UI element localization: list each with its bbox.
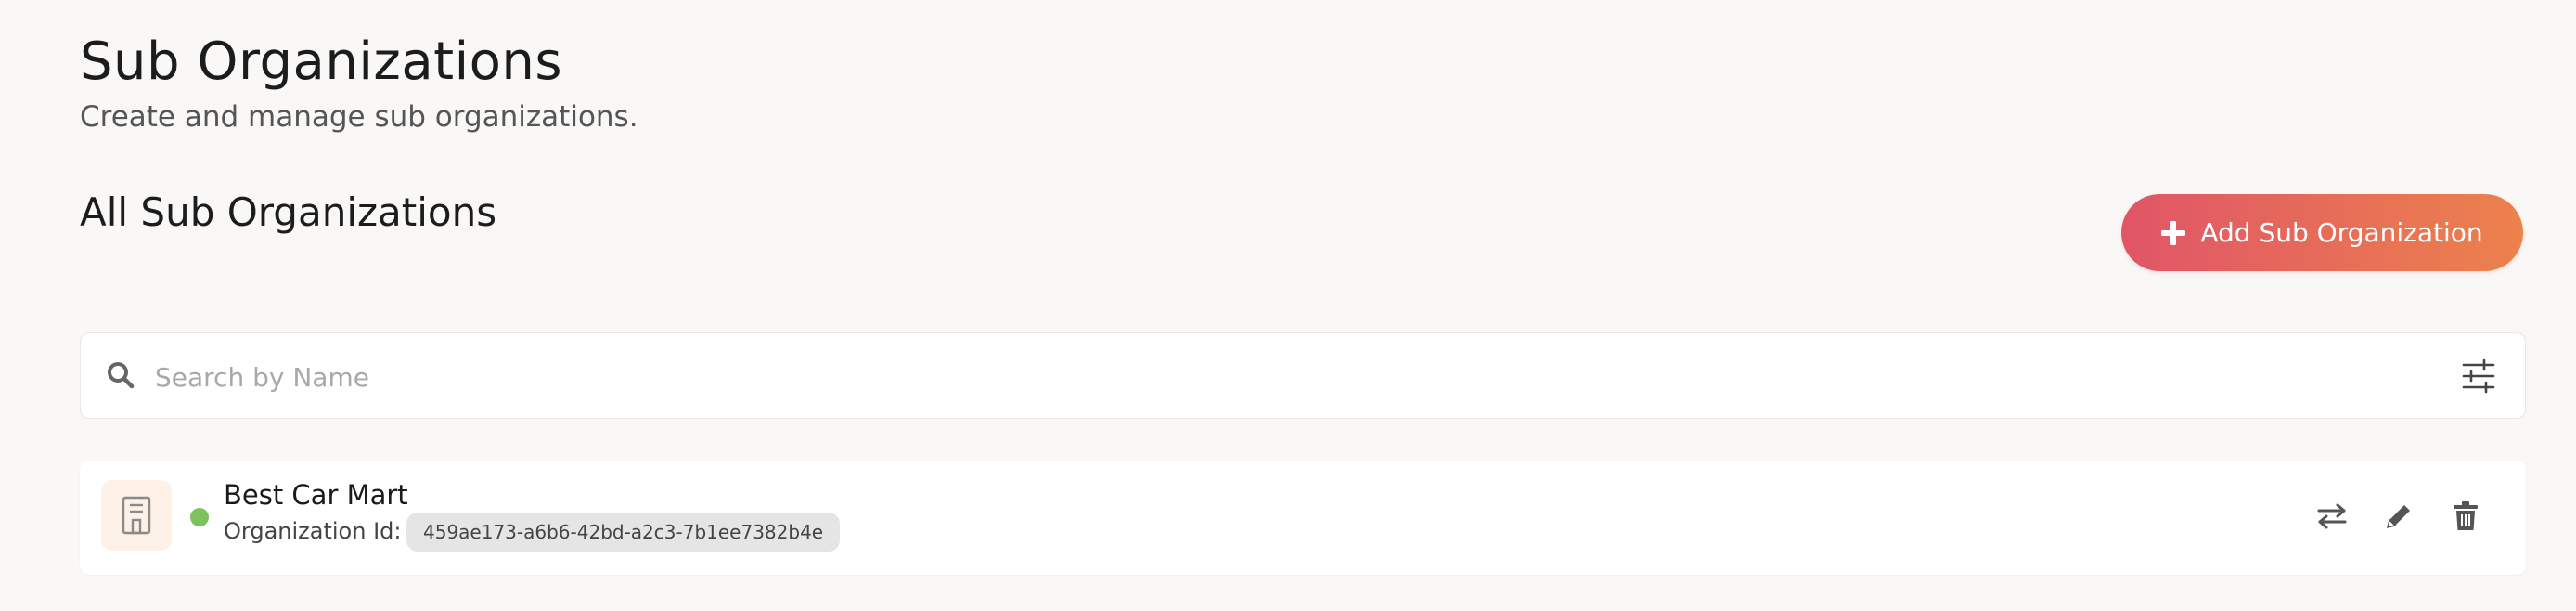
switch-icon[interactable] (2313, 498, 2351, 535)
search-bar (80, 332, 2526, 419)
plus-icon (2161, 215, 2186, 251)
section-title: All Sub Organizations (80, 189, 497, 235)
page-subtitle: Create and manage sub organizations. (80, 100, 638, 134)
add-sub-organization-button[interactable]: Add Sub Organization (2121, 194, 2523, 271)
search-input[interactable] (153, 354, 2384, 400)
organization-row[interactable]: Best Car Mart Organization Id: 459ae173-… (80, 461, 2526, 575)
add-sub-organization-label: Add Sub Organization (2200, 217, 2483, 248)
status-indicator (190, 508, 209, 526)
organization-id-label: Organization Id: (224, 518, 402, 544)
page-title: Sub Organizations (80, 32, 563, 92)
organization-name: Best Car Mart (224, 479, 408, 511)
organization-id-chip[interactable]: 459ae173-a6b6-42bd-a2c3-7b1ee7382b4e (406, 513, 841, 552)
search-icon (107, 361, 135, 393)
building-icon (101, 480, 172, 551)
delete-icon[interactable] (2447, 498, 2484, 535)
filter-sliders-icon[interactable] (2460, 358, 2497, 398)
edit-icon[interactable] (2380, 498, 2417, 535)
